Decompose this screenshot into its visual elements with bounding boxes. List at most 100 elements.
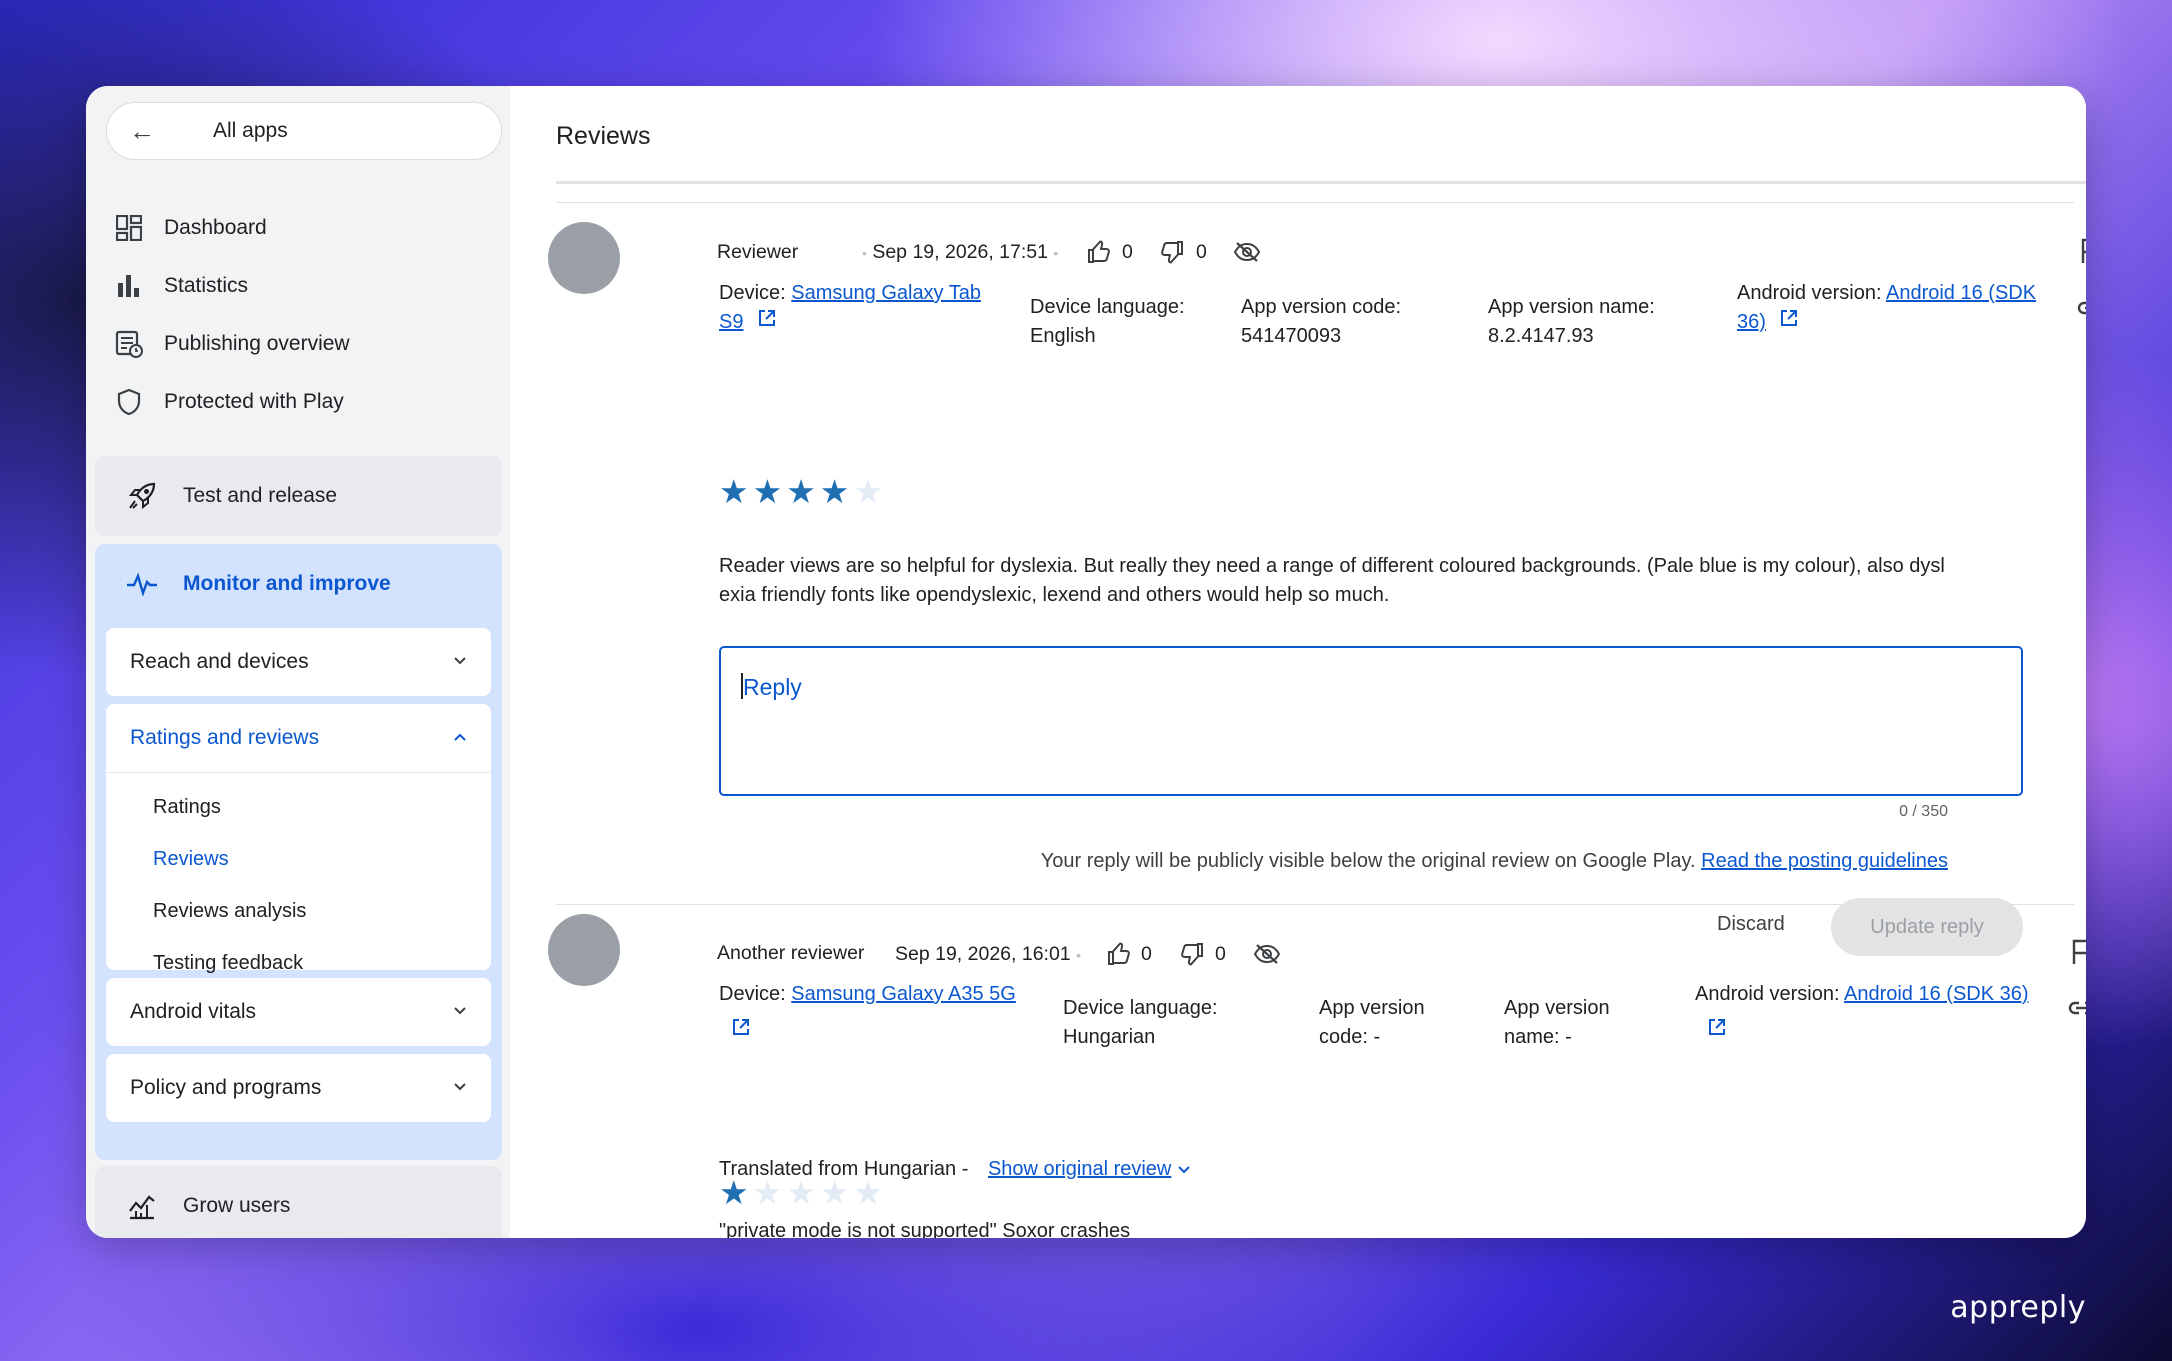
sidebar-section-grow-users[interactable]: Grow users <box>95 1166 502 1238</box>
open-external-icon[interactable] <box>757 308 777 337</box>
thumbs-up-count: 0 <box>1122 241 1133 263</box>
review-datetime: Sep 19, 2026, 17:51 <box>872 241 1048 263</box>
policy-and-programs-group[interactable]: Policy and programs <box>106 1054 491 1122</box>
reply-notice-text: Your reply will be publicly visible belo… <box>1040 850 1696 872</box>
android-version-link[interactable]: Android 16 (SDK <box>1886 282 2036 304</box>
device-info: Device: Samsung Galaxy Tab S9 <box>719 279 999 337</box>
discard-button[interactable]: Discard <box>1717 913 1785 936</box>
rocket-icon <box>125 479 159 513</box>
visibility-off-icon[interactable] <box>1250 937 1284 971</box>
review-datetime: Sep 19, 2026, 16:01 <box>895 943 1071 965</box>
android-vitals-header[interactable]: Android vitals <box>106 978 491 1046</box>
sidebar: ← All apps Dashboard Statistics Publishi… <box>86 86 510 1238</box>
android-vitals-group[interactable]: Android vitals <box>106 978 491 1046</box>
device-link-cont[interactable]: S9 <box>719 311 743 333</box>
device-link[interactable]: Samsung Galaxy Tab <box>791 282 981 304</box>
star-icon: ★ <box>786 473 816 510</box>
device-language-info: Device language: Hungarian <box>1063 994 1218 1052</box>
sidebar-item-statistics[interactable]: Statistics <box>106 257 496 315</box>
star-rating: ★ ★ ★ ★ ★ <box>719 475 883 508</box>
monitor-and-improve-header[interactable]: Monitor and improve <box>95 544 502 624</box>
flag-icon[interactable] <box>2074 234 2086 268</box>
sidebar-section-test-and-release[interactable]: Test and release <box>95 456 502 536</box>
publishing-icon <box>112 327 146 361</box>
app-version-code-value: code: - <box>1319 1026 1381 1048</box>
device-language-value: English <box>1030 325 1096 347</box>
device-language-label: Device language: <box>1063 997 1218 1019</box>
link-icon[interactable] <box>2074 291 2086 325</box>
ratings-and-reviews-list: Ratings Reviews Reviews analysis Testing… <box>106 772 491 989</box>
reach-and-devices-label: Reach and devices <box>130 650 309 673</box>
thumbs-down-icon[interactable] <box>1155 235 1189 269</box>
app-version-code-info: App version code: 541470093 <box>1241 293 1401 351</box>
thumbs-down-icon[interactable] <box>1175 937 1209 971</box>
sidebar-item-ratings[interactable]: Ratings <box>106 781 491 833</box>
android-vitals-label: Android vitals <box>130 1000 257 1023</box>
star-icon: ★ <box>719 1174 749 1211</box>
open-external-icon[interactable] <box>1779 308 1799 337</box>
avatar <box>548 914 620 986</box>
app-version-name-info: App version name: 8.2.4147.93 <box>1488 293 1655 351</box>
ratings-and-reviews-label: Ratings and reviews <box>130 726 320 749</box>
chevron-down-icon <box>453 653 467 671</box>
posting-guidelines-link[interactable]: Read the posting guidelines <box>1701 850 1948 872</box>
device-info: Device: Samsung Galaxy A35 5G <box>719 980 1039 1046</box>
sidebar-item-dashboard[interactable]: Dashboard <box>106 199 496 257</box>
reach-and-devices-header[interactable]: Reach and devices <box>106 628 491 696</box>
thumbs-up-icon[interactable] <box>1082 235 1116 269</box>
pulse-icon <box>125 567 159 601</box>
divider <box>556 181 2086 184</box>
review-meta: Sep 19, 2026, 16:01 • <box>895 943 1081 966</box>
separator-dot: • <box>862 245 867 261</box>
star-icon: ★ <box>719 473 749 510</box>
sidebar-item-label: Dashboard <box>164 216 267 239</box>
separator-dot: • <box>1076 947 1081 963</box>
device-link[interactable]: Samsung Galaxy A35 5G <box>791 983 1016 1005</box>
review-text-line: Reader views are so helpful for dyslexia… <box>719 555 1945 577</box>
sidebar-item-protected-with-play[interactable]: Protected with Play <box>106 373 496 431</box>
sidebar-item-reviews[interactable]: Reviews <box>106 833 491 885</box>
open-external-icon[interactable] <box>731 1017 751 1046</box>
device-label: Device: <box>719 983 786 1005</box>
star-icon: ★ <box>819 473 850 510</box>
android-version-label: Android version: <box>1695 983 1840 1005</box>
ratings-and-reviews-header[interactable]: Ratings and reviews <box>106 704 491 772</box>
device-language-info: Device language: English <box>1030 293 1185 351</box>
sidebar-section-label: Test and release <box>183 484 338 507</box>
thumbs-down-count: 0 <box>1196 241 1207 263</box>
thumbs-down-count: 0 <box>1215 943 1226 965</box>
app-version-name-value: name: - <box>1504 1026 1572 1048</box>
open-external-icon[interactable] <box>1707 1017 1727 1046</box>
shield-icon <box>112 385 146 419</box>
flag-icon[interactable] <box>2065 935 2086 969</box>
policy-and-programs-header[interactable]: Policy and programs <box>106 1054 491 1122</box>
divider <box>556 904 2074 905</box>
page-title: Reviews <box>556 122 651 150</box>
link-icon[interactable] <box>2065 991 2086 1025</box>
app-version-name-value: 8.2.4147.93 <box>1488 325 1594 347</box>
visibility-off-icon[interactable] <box>1230 235 1264 269</box>
all-apps-button[interactable]: ← All apps <box>106 102 502 160</box>
monitor-and-improve-label: Monitor and improve <box>183 572 391 595</box>
star-icon: ★ <box>819 1174 850 1211</box>
android-version-link[interactable]: Android 16 (SDK 36) <box>1844 983 2029 1005</box>
device-language-label: Device language: <box>1030 296 1185 318</box>
all-apps-label: All apps <box>213 119 288 142</box>
reviewer-name: Reviewer <box>717 241 799 263</box>
sidebar-item-publishing-overview[interactable]: Publishing overview <box>106 315 496 373</box>
thumbs-up-icon[interactable] <box>1102 937 1136 971</box>
android-version-link-cont[interactable]: 36) <box>1737 311 1766 333</box>
app-version-name-info: App version name: - <box>1504 994 1610 1052</box>
separator-dot: • <box>1053 245 1059 261</box>
brand-logo: appreply <box>1950 1290 2086 1325</box>
device-language-value: Hungarian <box>1063 1026 1156 1048</box>
reply-input[interactable]: Reply <box>719 646 2023 796</box>
star-icon: ★ <box>786 1174 816 1211</box>
reach-and-devices-group[interactable]: Reach and devices <box>106 628 491 696</box>
star-icon: ★ <box>853 473 883 510</box>
sidebar-item-reviews-analysis[interactable]: Reviews analysis <box>106 885 491 937</box>
policy-and-programs-label: Policy and programs <box>130 1076 322 1099</box>
reply-placeholder: Reply <box>743 674 802 700</box>
update-reply-button[interactable]: Update reply <box>1831 898 2023 956</box>
sidebar-item-label: Publishing overview <box>164 332 350 355</box>
